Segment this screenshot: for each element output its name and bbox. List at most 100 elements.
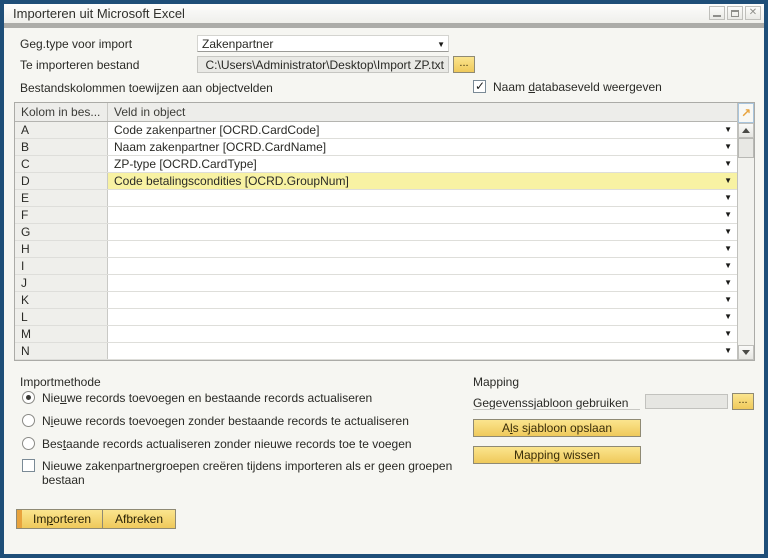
column-letter-cell[interactable]: B [15, 139, 108, 155]
radio-icon[interactable] [22, 414, 35, 427]
field-in-object-cell[interactable]: ▼ [108, 275, 737, 291]
dropdown-arrow-icon[interactable]: ▼ [724, 177, 732, 185]
table-row: M ▼ [15, 326, 737, 343]
chevron-down-icon: ▼ [437, 40, 445, 49]
column-letter-cell[interactable]: I [15, 258, 108, 274]
template-label: Gegevenssjabloon gebruiken [473, 396, 629, 410]
close-button[interactable]: ✕ [745, 6, 761, 20]
table-right-rail: ↗ [737, 103, 754, 360]
field-in-object-cell[interactable]: ▼ [108, 343, 737, 359]
table-row: F ▼ [15, 207, 737, 224]
window-controls: ✕ [709, 6, 761, 20]
dropdown-arrow-icon[interactable]: ▼ [724, 143, 732, 151]
maximize-button[interactable] [727, 6, 743, 20]
checkbox-checked-icon[interactable] [473, 79, 486, 93]
mapping-section-title: Mapping [473, 375, 520, 389]
data-type-label: Geg.type voor import [20, 37, 133, 51]
column-letter-cell[interactable]: K [15, 292, 108, 308]
show-db-field-option[interactable]: Naam databaseveld weergeven [473, 79, 662, 94]
column-letter-cell[interactable]: L [15, 309, 108, 325]
dropdown-arrow-icon[interactable]: ▼ [724, 228, 732, 236]
table-row: L ▼ [15, 309, 737, 326]
column-header-file-column[interactable]: Kolom in bes... [15, 103, 108, 121]
field-in-object-cell[interactable]: Code zakenpartner [OCRD.CardCode] ▼ [108, 122, 737, 138]
column-letter-cell[interactable]: N [15, 343, 108, 359]
mapping-table-body: A Code zakenpartner [OCRD.CardCode] ▼ B Naam… [15, 122, 737, 360]
field-in-object-cell[interactable]: ▼ [108, 309, 737, 325]
table-row: E ▼ [15, 190, 737, 207]
column-letter-cell[interactable]: A [15, 122, 108, 138]
scrollbar-track[interactable] [738, 158, 754, 345]
window-title: Importeren uit Microsoft Excel [13, 6, 185, 21]
mapping-header-label: Bestandskolommen toewijzen aan objectvel… [20, 81, 273, 95]
field-in-object-cell[interactable]: Code betalingscondities [OCRD.GroupNum] ▼ [108, 173, 737, 189]
field-in-object-cell[interactable]: ▼ [108, 258, 737, 274]
checkbox-unchecked-icon[interactable] [22, 459, 35, 472]
dropdown-arrow-icon[interactable]: ▼ [724, 211, 732, 219]
import-method-option[interactable]: Nieuwe records toevoegen en bestaande re… [22, 391, 372, 405]
import-button[interactable]: Importeren [16, 509, 105, 529]
expand-grid-icon[interactable]: ↗ [738, 103, 754, 123]
field-in-object-cell[interactable]: ▼ [108, 190, 737, 206]
column-letter-cell[interactable]: C [15, 156, 108, 172]
clear-mapping-button[interactable]: Mapping wissen [473, 446, 641, 464]
table-row: I ▼ [15, 258, 737, 275]
minimize-button[interactable] [709, 6, 725, 20]
column-letter-cell[interactable]: M [15, 326, 108, 342]
field-in-object-value: Code zakenpartner [OCRD.CardCode] [114, 123, 320, 137]
import-method-option-label: Bestaande records actualiseren zonder ni… [42, 437, 412, 451]
template-label-underline [473, 409, 640, 410]
import-method-option[interactable]: Nieuwe records toevoegen zonder bestaand… [22, 414, 409, 428]
field-in-object-cell[interactable]: ZP-type [OCRD.CardType] ▼ [108, 156, 737, 172]
dropdown-arrow-icon[interactable]: ▼ [724, 330, 732, 338]
column-letter-cell[interactable]: F [15, 207, 108, 223]
field-in-object-cell[interactable]: ▼ [108, 241, 737, 257]
column-letter-cell[interactable]: G [15, 224, 108, 240]
column-header-object-field[interactable]: Veld in object [108, 103, 191, 121]
maximize-icon [731, 9, 739, 17]
dropdown-arrow-icon[interactable]: ▼ [724, 347, 732, 355]
dropdown-arrow-icon[interactable]: ▼ [724, 160, 732, 168]
dropdown-arrow-icon[interactable]: ▼ [724, 245, 732, 253]
column-letter-cell[interactable]: D [15, 173, 108, 189]
column-letter-cell[interactable]: H [15, 241, 108, 257]
table-row: D Code betalingscondities [OCRD.GroupNum]… [15, 173, 737, 190]
scrollbar-thumb[interactable] [738, 138, 754, 158]
data-type-combo[interactable]: Zakenpartner ▼ [197, 35, 449, 52]
scroll-up-button[interactable] [738, 123, 754, 138]
dropdown-arrow-icon[interactable]: ▼ [724, 126, 732, 134]
field-in-object-cell[interactable]: ▼ [108, 292, 737, 308]
dropdown-arrow-icon[interactable]: ▼ [724, 313, 732, 321]
column-letter-cell[interactable]: E [15, 190, 108, 206]
field-in-object-cell[interactable]: Naam zakenpartner [OCRD.CardName] ▼ [108, 139, 737, 155]
arrow-up-icon [742, 128, 750, 133]
cancel-button[interactable]: Afbreken [102, 509, 177, 529]
mapping-table: Kolom in bes... Veld in object A Code zak… [14, 102, 755, 361]
dropdown-arrow-icon[interactable]: ▼ [724, 279, 732, 287]
save-as-template-button[interactable]: Als sjabloon opslaan [473, 419, 641, 437]
arrow-down-icon [742, 350, 750, 355]
mapping-table-grid: Kolom in bes... Veld in object A Code zak… [15, 103, 737, 360]
field-in-object-cell[interactable]: ▼ [108, 224, 737, 240]
file-label: Te importeren bestand [20, 58, 140, 72]
file-path-field[interactable]: C:\Users\Administrator\Desktop\Import ZP… [197, 56, 449, 73]
create-groups-option[interactable]: Nieuwe zakenpartnergroepen creëren tijde… [22, 459, 494, 487]
field-in-object-cell[interactable]: ▼ [108, 326, 737, 342]
scroll-down-button[interactable] [738, 345, 754, 360]
data-type-value: Zakenpartner [202, 37, 274, 51]
radio-selected-icon[interactable] [22, 391, 35, 404]
dropdown-arrow-icon[interactable]: ▼ [724, 296, 732, 304]
dropdown-arrow-icon[interactable]: ▼ [724, 262, 732, 270]
title-bar: Importeren uit Microsoft Excel ✕ [4, 4, 764, 23]
template-browse-button[interactable]: ... [732, 393, 754, 410]
field-in-object-cell[interactable]: ▼ [108, 207, 737, 223]
file-browse-button[interactable]: ... [453, 56, 475, 73]
column-letter-cell[interactable]: J [15, 275, 108, 291]
template-field[interactable] [645, 394, 728, 409]
table-row: G ▼ [15, 224, 737, 241]
import-method-option-label: Nieuwe records toevoegen en bestaande re… [42, 391, 373, 405]
table-row: N ▼ [15, 343, 737, 360]
dropdown-arrow-icon[interactable]: ▼ [724, 194, 732, 202]
radio-icon[interactable] [22, 437, 35, 450]
import-method-option[interactable]: Bestaande records actualiseren zonder ni… [22, 437, 412, 451]
